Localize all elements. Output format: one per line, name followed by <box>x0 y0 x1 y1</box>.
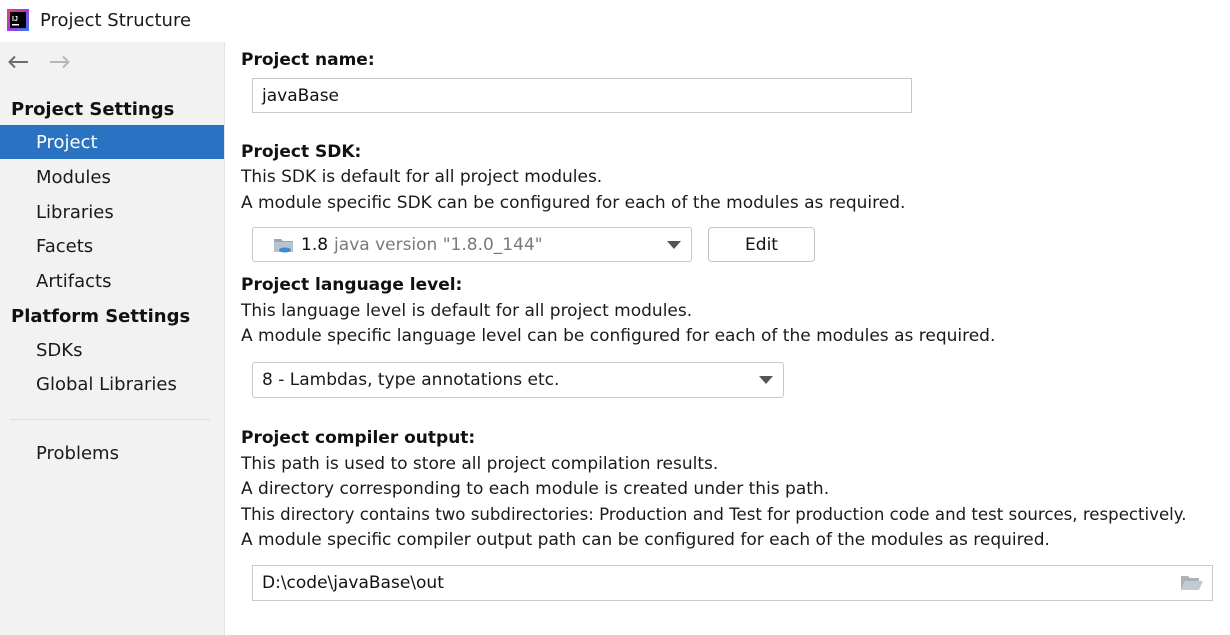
sidebar-item-modules[interactable]: Modules <box>0 160 224 194</box>
compiler-output-desc-3: This directory contains two subdirectori… <box>241 505 1187 524</box>
folder-open-icon[interactable] <box>1180 573 1204 593</box>
sidebar-divider <box>10 419 210 420</box>
sidebar-item-facets[interactable]: Facets <box>0 229 224 263</box>
chevron-down-icon <box>759 376 773 384</box>
project-sdk-dropdown[interactable]: 1.8 java version "1.8.0_144" <box>252 227 692 262</box>
project-sdk-desc-2: A module specific SDK can be configured … <box>241 193 906 213</box>
compiler-output-desc-2: A directory corresponding to each module… <box>241 479 830 499</box>
nav-arrows <box>6 50 72 74</box>
edit-sdk-button[interactable]: Edit <box>708 227 815 262</box>
compiler-output-desc-4: A module specific compiler output path c… <box>241 530 1050 550</box>
sidebar-item-libraries[interactable]: Libraries <box>0 195 224 229</box>
svg-text:IJ: IJ <box>12 16 18 23</box>
project-name-label: Project name: <box>241 50 375 70</box>
jdk-folder-icon <box>274 238 293 252</box>
sidebar-item-global-libraries[interactable]: Global Libraries <box>0 367 224 401</box>
language-level-value: 8 - Lambdas, type annotations etc. <box>262 370 560 390</box>
compiler-output-path-value: D:\code\javaBase\out <box>262 573 444 593</box>
project-settings-header: Project Settings <box>11 99 175 120</box>
compiler-output-desc-1: This path is used to store all project c… <box>241 454 719 474</box>
compiler-output-path-input[interactable]: D:\code\javaBase\out <box>252 565 1213 601</box>
sidebar-item-project[interactable]: Project <box>0 125 224 159</box>
project-name-value: javaBase <box>262 85 340 106</box>
project-name-input[interactable]: javaBase <box>252 78 912 113</box>
title-bar: IJ Project Structure <box>0 0 1230 42</box>
window-title: Project Structure <box>40 10 192 31</box>
platform-settings-header: Platform Settings <box>11 306 191 327</box>
arrow-right-icon[interactable] <box>48 50 72 74</box>
arrow-left-icon[interactable] <box>6 50 30 74</box>
project-sdk-label: Project SDK: <box>241 142 362 162</box>
language-level-label: Project language level: <box>241 275 463 295</box>
compiler-output-label: Project compiler output: <box>241 428 476 448</box>
sdk-version: 1.8 <box>301 234 329 255</box>
project-sdk-desc-1: This SDK is default for all project modu… <box>241 167 603 187</box>
sidebar: Project Settings Project Modules Librari… <box>0 42 225 635</box>
chevron-down-icon <box>667 240 681 249</box>
language-level-desc-2: A module specific language level can be … <box>241 326 996 346</box>
sidebar-item-artifacts[interactable]: Artifacts <box>0 264 224 298</box>
language-level-dropdown[interactable]: 8 - Lambdas, type annotations etc. <box>252 362 784 398</box>
sidebar-item-problems[interactable]: Problems <box>0 436 224 470</box>
project-settings-panel: Project name: javaBase Project SDK: This… <box>226 42 1230 635</box>
language-level-desc-1: This language level is default for all p… <box>241 301 693 321</box>
sdk-detail: java version "1.8.0_144" <box>334 234 543 255</box>
sidebar-item-sdks[interactable]: SDKs <box>0 333 224 367</box>
intellij-idea-logo-icon: IJ <box>7 9 29 31</box>
